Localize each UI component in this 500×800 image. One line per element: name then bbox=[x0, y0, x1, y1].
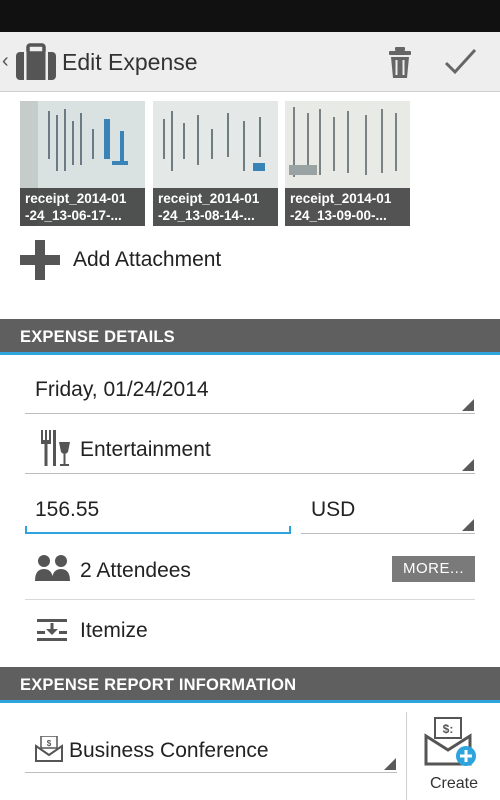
attachment-filename: receipt_2014-01 -24_13-09-00-... bbox=[285, 188, 410, 226]
checkmark-icon[interactable] bbox=[440, 42, 480, 82]
add-attachment-label: Add Attachment bbox=[73, 248, 222, 271]
divider bbox=[25, 599, 475, 600]
attendees-label: 2 Attendees bbox=[80, 559, 191, 582]
briefcase-icon[interactable] bbox=[15, 42, 57, 82]
itemize-icon bbox=[37, 619, 67, 641]
attachment-filename: receipt_2014-01 -24_13-08-14-... bbox=[153, 188, 278, 226]
amount-input[interactable]: 156.55 bbox=[25, 488, 291, 534]
section-title: EXPENSE DETAILS bbox=[20, 328, 175, 346]
dropdown-arrow-icon bbox=[462, 399, 474, 411]
add-attachment-button[interactable]: Add Attachment bbox=[20, 240, 320, 280]
currency-value: USD bbox=[311, 498, 356, 521]
dropdown-arrow-icon bbox=[462, 459, 474, 471]
expense-details-header: EXPENSE DETAILS bbox=[0, 319, 500, 355]
itemize-label: Itemize bbox=[80, 619, 148, 642]
input-underline-tick bbox=[25, 526, 27, 534]
amount-value: 156.55 bbox=[35, 498, 100, 521]
dropdown-arrow-icon bbox=[384, 758, 396, 770]
attachment-gallery: receipt_2014-01 -24_13-06-17-... receipt… bbox=[20, 101, 490, 226]
itemize-row[interactable]: Itemize bbox=[25, 605, 475, 657]
section-title: EXPENSE REPORT INFORMATION bbox=[20, 676, 297, 694]
more-attendees-button[interactable]: MORE... bbox=[392, 556, 475, 582]
chevron-left-icon[interactable]: ‹ bbox=[2, 51, 9, 71]
expense-type-value: Entertainment bbox=[80, 438, 211, 461]
attachment-thumbnail[interactable]: receipt_2014-01 -24_13-06-17-... bbox=[20, 101, 145, 226]
divider bbox=[406, 712, 407, 800]
status-bar bbox=[0, 0, 500, 32]
plus-icon bbox=[20, 240, 60, 280]
create-report-button[interactable]: $: Create bbox=[412, 712, 496, 800]
report-envelope-icon: $ bbox=[35, 736, 63, 762]
trash-icon[interactable] bbox=[380, 42, 420, 82]
people-icon bbox=[35, 555, 70, 581]
report-value: Business Conference bbox=[69, 739, 269, 762]
report-select[interactable]: $ Business Conference bbox=[25, 725, 397, 773]
attachment-filename: receipt_2014-01 -24_13-06-17-... bbox=[20, 188, 145, 226]
action-bar: ‹ Edit Expense bbox=[0, 32, 500, 92]
attachment-thumbnail[interactable]: receipt_2014-01 -24_13-09-00-... bbox=[285, 101, 410, 226]
currency-select[interactable]: USD bbox=[301, 484, 475, 534]
attendees-row[interactable]: 2 Attendees bbox=[25, 545, 385, 595]
create-label: Create bbox=[429, 775, 479, 792]
create-report-icon: $: bbox=[424, 717, 476, 766]
expense-type-select[interactable]: Entertainment bbox=[25, 424, 475, 474]
date-value: Friday, 01/24/2014 bbox=[35, 378, 209, 401]
page-title: Edit Expense bbox=[62, 49, 198, 75]
svg-text:$: $ bbox=[47, 739, 52, 748]
expense-report-header: EXPENSE REPORT INFORMATION bbox=[0, 667, 500, 703]
input-underline-tick bbox=[289, 526, 291, 534]
date-picker[interactable]: Friday, 01/24/2014 bbox=[25, 364, 475, 414]
attachment-thumbnail[interactable]: receipt_2014-01 -24_13-08-14-... bbox=[153, 101, 278, 226]
svg-text:$:: $: bbox=[443, 722, 454, 736]
fork-knife-glass-icon bbox=[41, 430, 70, 466]
dropdown-arrow-icon bbox=[462, 519, 474, 531]
